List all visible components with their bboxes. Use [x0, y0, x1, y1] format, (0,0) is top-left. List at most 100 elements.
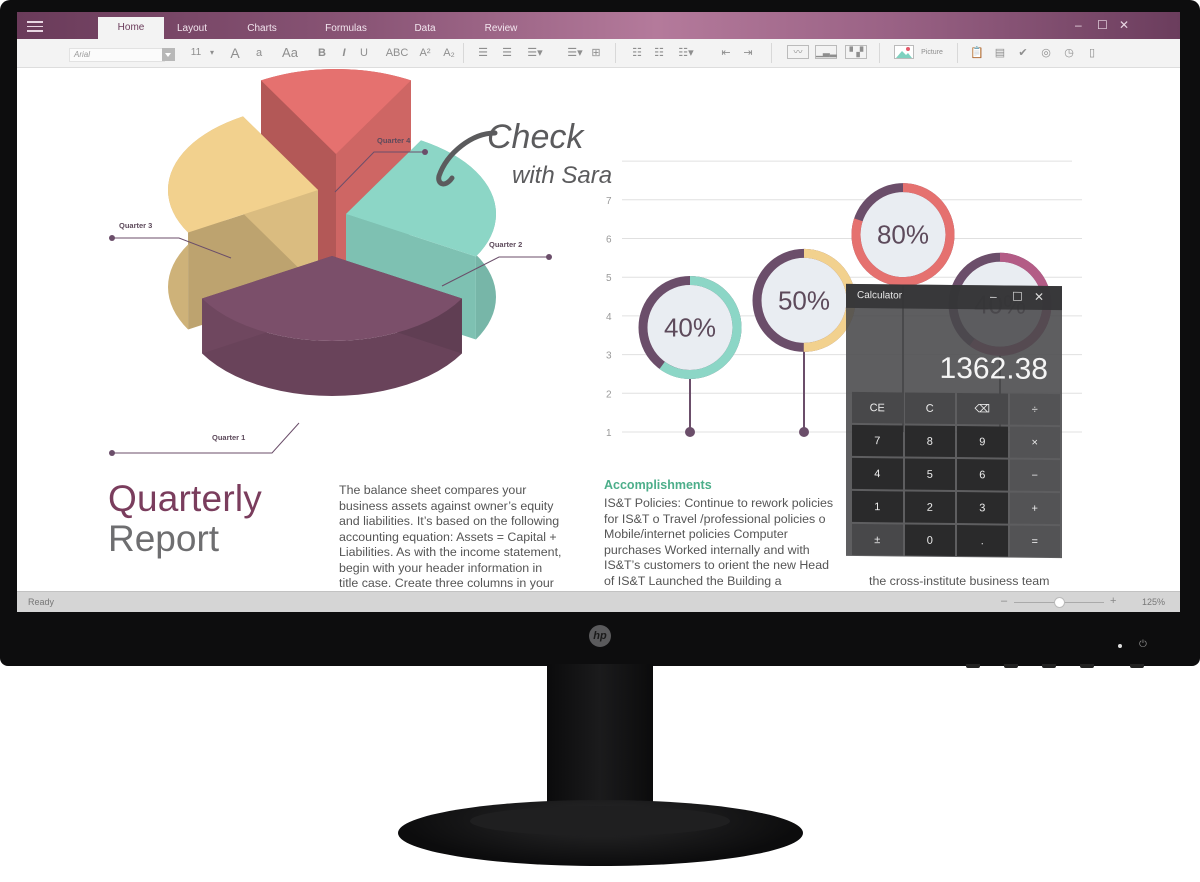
calculator-key[interactable]: .: [957, 525, 1008, 557]
checkmark-icon[interactable]: ✔: [1016, 45, 1030, 61]
monitor-button[interactable]: [966, 664, 980, 668]
zoom-slider-thumb[interactable]: [1054, 597, 1065, 608]
tab-review[interactable]: Review: [476, 18, 526, 39]
borders-icon[interactable]: ⊞: [589, 45, 603, 61]
body-line: and liabilities. It’s based on the follo…: [339, 514, 560, 528]
calculator-key[interactable]: 1: [852, 490, 903, 523]
calculator-key[interactable]: 0: [904, 524, 955, 557]
maximize-button[interactable]: ☐: [1097, 18, 1108, 32]
calculator-maximize-button[interactable]: ☐: [1012, 290, 1023, 304]
handwriting-line1: Check: [487, 118, 585, 156]
monitor-button[interactable]: [1042, 664, 1056, 668]
body-line: IS&T’s customers to orient the new Head: [604, 558, 829, 572]
superscript-button[interactable]: A²: [416, 45, 434, 61]
bubble-stem-dot: [799, 427, 809, 437]
hamburger-menu-icon[interactable]: [27, 18, 43, 32]
calculator-key[interactable]: 8: [904, 425, 955, 458]
calculator-key[interactable]: ÷: [1009, 393, 1060, 426]
monitor-stand-neck: [547, 664, 653, 822]
italic-button[interactable]: I: [337, 45, 351, 61]
picture-icon[interactable]: [893, 45, 915, 61]
bar-chart-icon[interactable]: ▁▃▂: [815, 45, 837, 59]
monitor-button[interactable]: [1080, 664, 1094, 668]
calculator-key[interactable]: 9: [957, 426, 1008, 458]
ribbon-separator: [957, 43, 958, 63]
minimize-button[interactable]: –: [1075, 18, 1082, 32]
tab-formulas[interactable]: Formulas: [315, 18, 377, 39]
numbered-list-icon[interactable]: ☷: [651, 45, 667, 61]
close-button[interactable]: ✕: [1119, 18, 1129, 32]
calculator-key[interactable]: ⌫: [957, 393, 1008, 425]
calculator-key[interactable]: ±: [852, 523, 903, 556]
calculator-key[interactable]: C: [904, 392, 955, 425]
body-line: begin with your header information in: [339, 560, 543, 575]
hp-logo: hp: [589, 625, 611, 647]
align-center-icon[interactable]: ☰: [475, 45, 491, 61]
body-line: title case. Create three columns in your: [339, 576, 554, 590]
calculator-key[interactable]: 4: [852, 457, 903, 490]
bullet-list-icon[interactable]: ☷: [629, 45, 645, 61]
clipboard-check-icon[interactable]: 📋: [970, 45, 984, 61]
ribbon-separator: [879, 43, 880, 63]
tab-home[interactable]: Home: [98, 17, 164, 39]
zoom-in-button[interactable]: +: [1110, 595, 1116, 607]
column-chart-icon[interactable]: ▝▗▘: [845, 45, 867, 59]
shrink-font-button[interactable]: a: [252, 45, 266, 61]
calculator-key[interactable]: 7: [852, 424, 903, 457]
bubble-percent-label: 80%: [877, 220, 929, 250]
change-case-button[interactable]: Aa: [277, 45, 303, 61]
pie-leader-line: [112, 422, 300, 454]
body-line: Liabilities. As with the income statemen…: [339, 545, 562, 559]
clock-icon[interactable]: ◷: [1062, 45, 1076, 61]
ribbon-separator: [615, 43, 616, 63]
tab-charts[interactable]: Charts: [237, 18, 287, 39]
page-number-icon[interactable]: ▯: [1085, 45, 1099, 61]
line-chart-icon[interactable]: 〰: [787, 45, 809, 59]
zoom-out-button[interactable]: –: [1001, 595, 1007, 607]
calculator-key[interactable]: 6: [957, 459, 1008, 491]
justify-dropdown-icon[interactable]: ☰▾: [523, 45, 547, 61]
y-tick-label: 5: [606, 273, 612, 284]
strikethrough-button[interactable]: ABC: [383, 45, 411, 61]
calculator-key[interactable]: 2: [904, 491, 955, 524]
calculator-key[interactable]: CE: [852, 391, 903, 424]
tab-data[interactable]: Data: [405, 18, 445, 39]
monitor-button[interactable]: [1004, 664, 1018, 668]
body-line: purchases Worked internally and with: [604, 542, 810, 557]
align-right-icon[interactable]: ☰: [499, 45, 515, 61]
calculator-minimize-button[interactable]: –: [990, 289, 997, 303]
calculator-key[interactable]: 3: [957, 492, 1008, 524]
pie-label: Quarter 3: [119, 221, 152, 230]
calculator-key[interactable]: 5: [904, 458, 955, 491]
report-title-line2: Report: [108, 518, 220, 559]
ribbon-separator: [463, 43, 464, 63]
multilevel-list-dropdown-icon[interactable]: ☷▾: [673, 45, 699, 61]
font-dropdown-button[interactable]: [162, 48, 175, 61]
underline-button[interactable]: U: [357, 45, 371, 61]
monitor-button[interactable]: [1130, 664, 1144, 668]
calculator-key[interactable]: ×: [1009, 426, 1060, 459]
ribbon-toolbar: Arial 11 ▾ A a Aa B I U ABC A² A₂ ☰ ☰ ☰▾…: [17, 39, 1180, 68]
y-tick-label: 2: [606, 389, 612, 400]
decrease-indent-icon[interactable]: ⇤: [717, 45, 735, 61]
calculator-key[interactable]: −: [1009, 459, 1060, 492]
target-icon[interactable]: ◎: [1039, 45, 1053, 61]
font-size-dropdown-icon[interactable]: ▾: [207, 45, 217, 61]
font-name-input[interactable]: Arial: [69, 48, 165, 62]
calculator-key[interactable]: =: [1009, 525, 1060, 558]
line-spacing-dropdown-icon[interactable]: ☰▾: [563, 45, 587, 61]
grow-font-button[interactable]: A: [227, 45, 243, 61]
font-size-input[interactable]: 11: [187, 45, 205, 61]
body-line: for IS&T o Travel /professional policies…: [604, 511, 826, 526]
clipboard-icon[interactable]: ▤: [993, 45, 1007, 61]
y-tick-label: 4: [606, 312, 612, 323]
picture-label[interactable]: Picture: [919, 45, 945, 61]
bold-button[interactable]: B: [315, 45, 329, 61]
tab-layout[interactable]: Layout: [167, 18, 217, 39]
subscript-button[interactable]: A₂: [440, 45, 458, 61]
calculator-key[interactable]: +: [1009, 492, 1060, 525]
calculator-close-button[interactable]: ✕: [1034, 290, 1044, 304]
increase-indent-icon[interactable]: ⇥: [739, 45, 757, 61]
calculator-titlebar[interactable]: Calculator – ☐ ✕: [846, 283, 1062, 311]
power-icon[interactable]: ⏻: [1139, 640, 1149, 650]
